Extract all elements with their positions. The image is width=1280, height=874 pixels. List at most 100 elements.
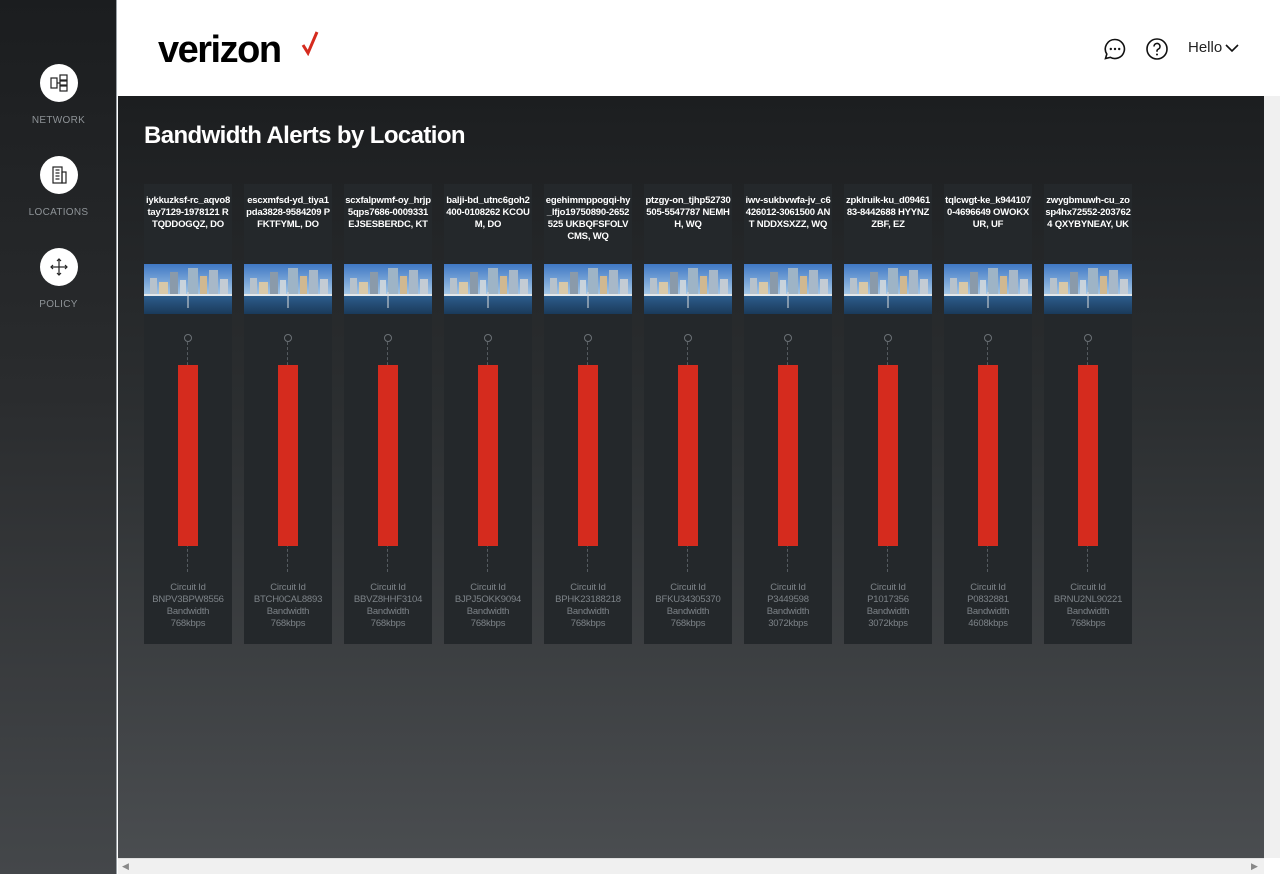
scroll-left-arrow-icon[interactable]: ◀ bbox=[122, 861, 129, 872]
gauge-marker bbox=[184, 334, 192, 342]
user-menu-label: Hello bbox=[1188, 39, 1223, 56]
bandwidth-alert-bar bbox=[778, 365, 798, 546]
bandwidth-gauge bbox=[1044, 332, 1132, 572]
circuit-id-label: Circuit Id bbox=[670, 582, 706, 593]
bandwidth-label: Bandwidth bbox=[166, 606, 210, 617]
main-content: Bandwidth Alerts by Location iykkuzksf-r… bbox=[118, 96, 1264, 858]
location-name: zwygbmuwh-cu_zosp4hx72552-2037624 QXYBYN… bbox=[1045, 195, 1131, 230]
circuit-id-label: Circuit Id bbox=[270, 582, 306, 593]
location-name: zpklruik-ku_d0946183-8442688 HYYNZZBF, E… bbox=[845, 195, 931, 230]
side-navigation: NETWORK LOCATIONS POLICY bbox=[0, 0, 117, 874]
scroll-right-arrow-icon[interactable]: ▶ bbox=[1251, 861, 1258, 872]
verizon-logo[interactable]: verizon bbox=[158, 30, 282, 70]
bandwidth-gauge bbox=[344, 332, 432, 572]
bandwidth-gauge bbox=[244, 332, 332, 572]
bandwidth-value: 768kbps bbox=[570, 618, 606, 629]
bandwidth-alert-bar bbox=[1078, 365, 1098, 546]
bandwidth-label: Bandwidth bbox=[666, 606, 710, 617]
location-name: balji-bd_utnc6goh2400-0108262 KCOUM, DO bbox=[446, 195, 530, 230]
gauge-marker bbox=[384, 334, 392, 342]
location-photo bbox=[344, 264, 432, 314]
circuit-info: Circuit Id BRNU2NL90221 Bandwidth 768kbp… bbox=[1044, 582, 1132, 630]
chat-icon[interactable] bbox=[1103, 37, 1127, 61]
circuit-info: Circuit Id BFKU34305370 Bandwidth 768kbp… bbox=[644, 582, 732, 630]
location-card[interactable]: tqlcwgt-ke_k9441070-4696649 OWOKXUR, UF bbox=[944, 184, 1032, 644]
bandwidth-gauge bbox=[944, 332, 1032, 572]
user-menu[interactable]: Hello bbox=[1188, 39, 1239, 56]
location-card[interactable]: iykkuzksf-rc_aqvo8tay7129-1978121 RTQDDO… bbox=[144, 184, 232, 644]
move-arrows-icon bbox=[39, 248, 78, 286]
location-card[interactable]: balji-bd_utnc6goh2400-0108262 KCOUM, DO bbox=[444, 184, 532, 644]
top-header: verizon Hello bbox=[118, 0, 1280, 96]
circuit-id-label: Circuit Id bbox=[470, 582, 506, 593]
circuit-id-value: BJPJ5OKK9094 bbox=[454, 594, 522, 605]
circuit-id-value: P3449598 bbox=[767, 594, 809, 605]
location-name: iykkuzksf-rc_aqvo8tay7129-1978121 RTQDDO… bbox=[145, 195, 231, 230]
bandwidth-alert-bar bbox=[478, 365, 498, 546]
bandwidth-alert-bar bbox=[978, 365, 998, 546]
location-name: escxmfsd-yd_tiya1pda3828-9584209 PFKTFYM… bbox=[246, 195, 330, 230]
bandwidth-label: Bandwidth bbox=[866, 606, 910, 617]
gauge-marker bbox=[884, 334, 892, 342]
gauge-marker bbox=[784, 334, 792, 342]
circuit-id-label: Circuit Id bbox=[970, 582, 1006, 593]
nav-item-network[interactable]: NETWORK bbox=[0, 64, 117, 126]
bandwidth-value: 768kbps bbox=[370, 618, 406, 629]
nav-item-locations[interactable]: LOCATIONS bbox=[0, 156, 117, 218]
bandwidth-value: 768kbps bbox=[670, 618, 706, 629]
bandwidth-gauge bbox=[744, 332, 832, 572]
location-photo bbox=[744, 264, 832, 314]
location-card[interactable]: escxmfsd-yd_tiya1pda3828-9584209 PFKTFYM… bbox=[244, 184, 332, 644]
page-title: Bandwidth Alerts by Location bbox=[144, 122, 466, 149]
circuit-info: Circuit Id P0832881 Bandwidth 4608kbps bbox=[944, 582, 1032, 630]
circuit-id-value: BPHK23188218 bbox=[555, 594, 621, 605]
bandwidth-value: 3072kbps bbox=[768, 618, 808, 629]
circuit-info: Circuit Id P3449598 Bandwidth 3072kbps bbox=[744, 582, 832, 630]
network-icon bbox=[39, 64, 78, 102]
bandwidth-label: Bandwidth bbox=[466, 606, 510, 617]
circuit-info: Circuit Id BNPV3BPW8556 Bandwidth 768kbp… bbox=[144, 582, 232, 630]
gauge-marker bbox=[284, 334, 292, 342]
location-photo bbox=[444, 264, 532, 314]
help-icon[interactable] bbox=[1145, 37, 1169, 61]
vertical-scrollbar[interactable] bbox=[1264, 96, 1280, 858]
location-photo bbox=[944, 264, 1032, 314]
bandwidth-gauge bbox=[544, 332, 632, 572]
location-card[interactable]: egehimmppogqi-hy_lfjo19750890-2652525 UK… bbox=[544, 184, 632, 644]
bandwidth-label: Bandwidth bbox=[366, 606, 410, 617]
location-name: iwv-sukbvwfa-jv_c6426012-3061500 ANT NDD… bbox=[745, 195, 831, 230]
location-card[interactable]: iwv-sukbvwfa-jv_c6426012-3061500 ANT NDD… bbox=[744, 184, 832, 644]
nav-label-policy: POLICY bbox=[39, 299, 78, 310]
location-photo bbox=[244, 264, 332, 314]
location-name: egehimmppogqi-hy_lfjo19750890-2652525 UK… bbox=[545, 195, 631, 242]
chevron-down-icon bbox=[1225, 43, 1239, 52]
location-cards: iykkuzksf-rc_aqvo8tay7129-1978121 RTQDDO… bbox=[144, 184, 1144, 644]
bandwidth-gauge bbox=[844, 332, 932, 572]
bandwidth-gauge bbox=[644, 332, 732, 572]
circuit-id-label: Circuit Id bbox=[170, 582, 206, 593]
bandwidth-alert-bar bbox=[678, 365, 698, 546]
location-card[interactable]: scxfalpwmf-oy_hrjp5qps7686-0009331 EJSES… bbox=[344, 184, 432, 644]
nav-item-policy[interactable]: POLICY bbox=[0, 248, 117, 310]
location-photo bbox=[1044, 264, 1132, 314]
location-photo bbox=[144, 264, 232, 314]
bandwidth-alert-bar bbox=[178, 365, 198, 546]
building-icon bbox=[39, 156, 78, 194]
circuit-id-value: BNPV3BPW8556 bbox=[152, 594, 224, 605]
circuit-id-label: Circuit Id bbox=[1070, 582, 1106, 593]
location-name: scxfalpwmf-oy_hrjp5qps7686-0009331 EJSES… bbox=[345, 195, 431, 230]
location-card[interactable]: ptzgy-on_tjhp52730505-5547787 NEMHH, WQ bbox=[644, 184, 732, 644]
bandwidth-label: Bandwidth bbox=[1066, 606, 1110, 617]
location-card[interactable]: zwygbmuwh-cu_zosp4hx72552-2037624 QXYBYN… bbox=[1044, 184, 1132, 644]
location-photo bbox=[544, 264, 632, 314]
circuit-info: Circuit Id BJPJ5OKK9094 Bandwidth 768kbp… bbox=[444, 582, 532, 630]
bandwidth-value: 768kbps bbox=[470, 618, 506, 629]
location-name: tqlcwgt-ke_k9441070-4696649 OWOKXUR, UF bbox=[945, 195, 1031, 230]
location-card[interactable]: zpklruik-ku_d0946183-8442688 HYYNZZBF, E… bbox=[844, 184, 932, 644]
circuit-id-value: BBVZ8HHF3104 bbox=[353, 594, 423, 605]
horizontal-scrollbar[interactable]: ◀ ▶ bbox=[118, 858, 1264, 874]
location-photo bbox=[644, 264, 732, 314]
circuit-info: Circuit Id BPHK23188218 Bandwidth 768kbp… bbox=[544, 582, 632, 630]
circuit-id-value: BTCH0CAL8893 bbox=[253, 594, 323, 605]
bandwidth-gauge bbox=[144, 332, 232, 572]
